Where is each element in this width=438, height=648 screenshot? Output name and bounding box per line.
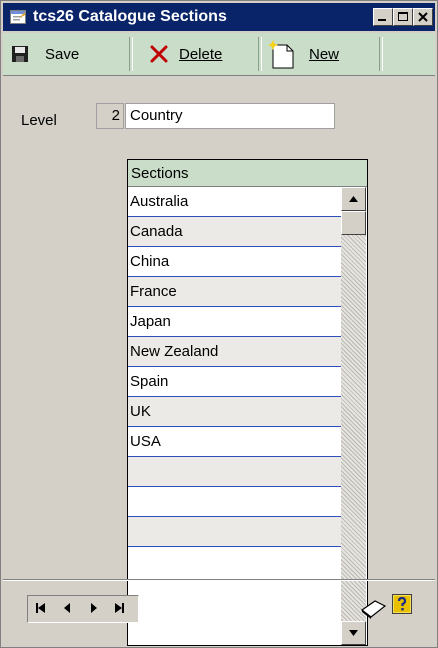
toolbar-separator bbox=[258, 37, 262, 71]
first-record-button[interactable] bbox=[31, 600, 53, 618]
next-record-button[interactable] bbox=[84, 600, 106, 618]
scroll-down-button[interactable] bbox=[341, 621, 366, 645]
table-row[interactable]: France bbox=[128, 277, 341, 307]
delete-button[interactable]: Delete bbox=[149, 39, 222, 69]
minimize-button[interactable] bbox=[373, 8, 393, 26]
minimize-icon bbox=[378, 19, 386, 21]
next-record-icon bbox=[91, 603, 97, 613]
level-number-field: 2 bbox=[96, 103, 124, 129]
delete-icon bbox=[150, 45, 168, 63]
maximize-button[interactable] bbox=[393, 8, 413, 26]
close-icon bbox=[418, 12, 428, 22]
scroll-up-button[interactable] bbox=[341, 187, 366, 211]
toolbar-separator bbox=[379, 37, 383, 71]
new-button[interactable]: New bbox=[267, 39, 339, 69]
table-row[interactable]: Australia bbox=[128, 187, 341, 217]
toolbar: Save Delete New bbox=[3, 33, 435, 76]
scrollbar-thumb[interactable] bbox=[341, 211, 366, 235]
bottom-divider bbox=[3, 579, 435, 581]
table-row[interactable] bbox=[128, 457, 341, 487]
form-body: Level 2 Country Sections Australia Canad… bbox=[3, 76, 435, 647]
toolbar-separator bbox=[129, 37, 133, 71]
table-row[interactable]: UK bbox=[128, 397, 341, 427]
app-icon bbox=[10, 9, 26, 25]
table-row[interactable]: Japan bbox=[128, 307, 341, 337]
new-label: New bbox=[309, 45, 340, 63]
record-navigator bbox=[27, 595, 139, 623]
delete-label: Delete bbox=[179, 45, 223, 63]
title-bar[interactable]: tcs26 Catalogue Sections bbox=[3, 3, 435, 31]
table-row[interactable]: New Zealand bbox=[128, 337, 341, 367]
previous-record-button[interactable] bbox=[58, 600, 80, 618]
table-row[interactable]: Spain bbox=[128, 367, 341, 397]
maximize-icon bbox=[398, 12, 408, 21]
sections-rows: Australia Canada China France Japan New … bbox=[128, 187, 341, 547]
window-title: tcs26 Catalogue Sections bbox=[33, 8, 227, 25]
first-record-icon bbox=[36, 603, 45, 613]
vertical-scrollbar[interactable] bbox=[341, 187, 366, 645]
arrow-up-icon bbox=[349, 196, 358, 202]
table-row[interactable]: USA bbox=[128, 427, 341, 457]
previous-record-icon bbox=[64, 603, 70, 613]
table-row[interactable]: Canada bbox=[128, 217, 341, 247]
table-row[interactable] bbox=[128, 487, 341, 517]
sections-grid[interactable]: Sections Australia Canada China France J… bbox=[127, 159, 368, 646]
save-button[interactable]: Save bbox=[11, 39, 79, 69]
arrow-down-icon bbox=[349, 630, 358, 636]
close-button[interactable] bbox=[413, 8, 433, 26]
new-icon bbox=[268, 40, 294, 69]
table-row[interactable] bbox=[128, 517, 341, 547]
table-row[interactable]: China bbox=[128, 247, 341, 277]
last-record-button[interactable] bbox=[110, 600, 132, 618]
save-icon bbox=[12, 46, 28, 62]
save-label: Save bbox=[45, 45, 80, 63]
level-name-field[interactable]: Country bbox=[125, 103, 335, 129]
note-icon[interactable] bbox=[359, 598, 387, 620]
help-icon[interactable] bbox=[392, 594, 412, 614]
catalogue-sections-window: tcs26 Catalogue Sections Save Delete New… bbox=[0, 0, 438, 648]
last-record-icon bbox=[115, 603, 124, 613]
level-label: Level bbox=[21, 112, 57, 129]
sections-column-header[interactable]: Sections bbox=[128, 160, 367, 187]
